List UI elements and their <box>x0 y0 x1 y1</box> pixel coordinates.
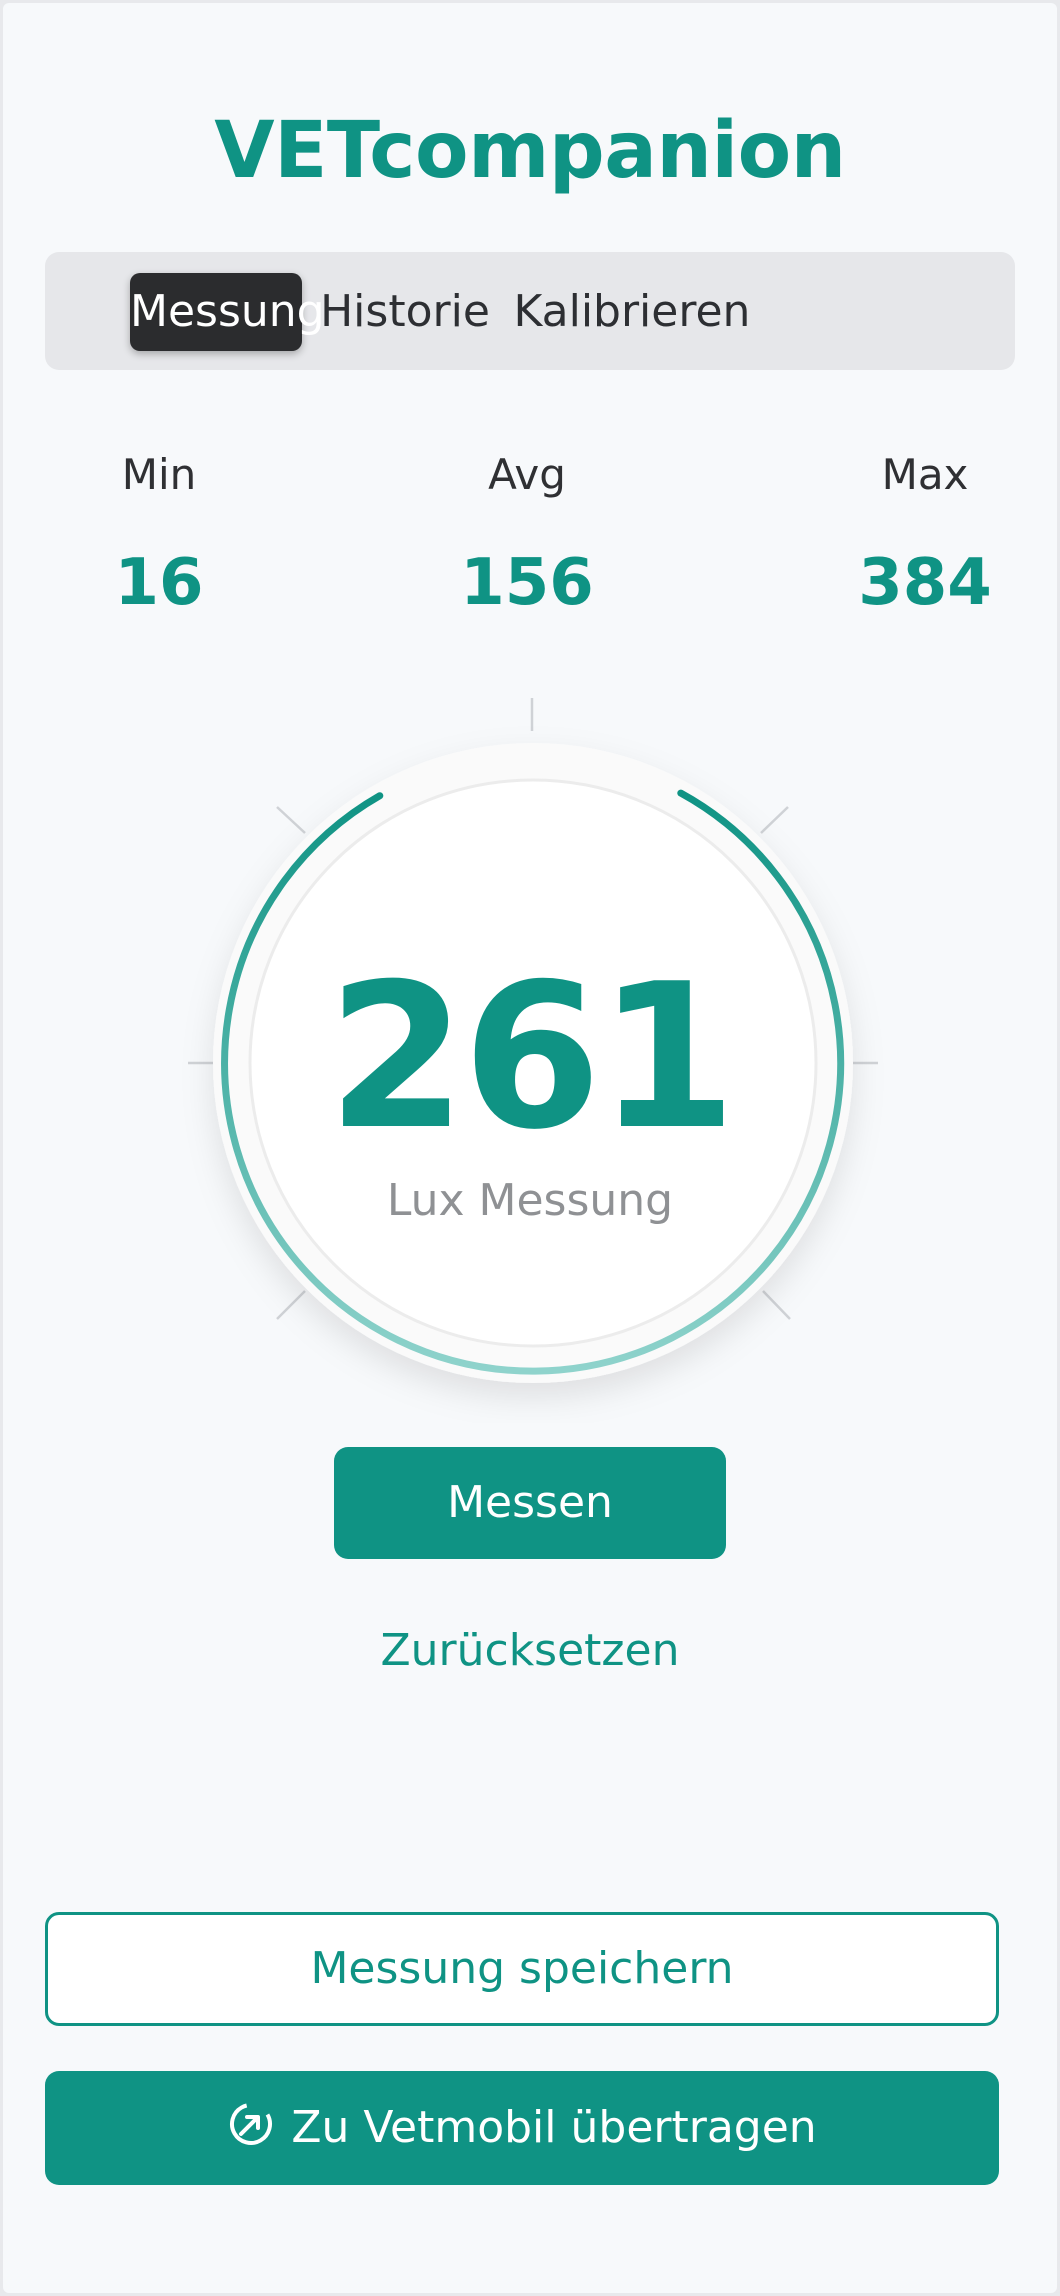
share-arrow-icon <box>230 2103 273 2145</box>
gauge-tick-bottom-left <box>276 1290 306 1320</box>
stat-min-label: Min <box>121 450 197 499</box>
save-measurement-button[interactable]: Messung speichern <box>45 1912 999 2026</box>
reset-link[interactable]: Zurücksetzen <box>3 1621 1057 1681</box>
gauge-tick-bottom-right <box>762 1290 791 1320</box>
transfer-label: Zu Vetmobil übertragen <box>291 2102 817 2153</box>
tab-bar: Messung Historie Kalibrieren <box>45 252 1015 370</box>
lux-reading-value: 261 <box>327 941 736 1174</box>
stat-min-value: 16 <box>114 546 204 620</box>
measure-button[interactable]: Messen <box>334 1447 726 1559</box>
tab-historie[interactable]: Historie <box>316 273 494 351</box>
stat-max-value: 384 <box>858 546 992 620</box>
gauge-tick-top-right <box>760 806 789 834</box>
transfer-to-vetmobil-button[interactable]: Zu Vetmobil übertragen <box>45 2071 999 2185</box>
stat-avg-value: 156 <box>460 546 594 620</box>
tab-messung[interactable]: Messung <box>130 273 325 351</box>
stat-max-label: Max <box>881 450 969 499</box>
lux-reading-label: Lux Messung <box>386 1175 674 1226</box>
app-title: VETcompanion <box>214 106 846 196</box>
gauge-tick-top-left <box>276 806 306 834</box>
tab-kalibrieren[interactable]: Kalibrieren <box>507 273 757 351</box>
app-screen: VETcompanion Messung Historie Kalibriere… <box>3 3 1057 2293</box>
stat-avg-label: Avg <box>488 450 566 499</box>
